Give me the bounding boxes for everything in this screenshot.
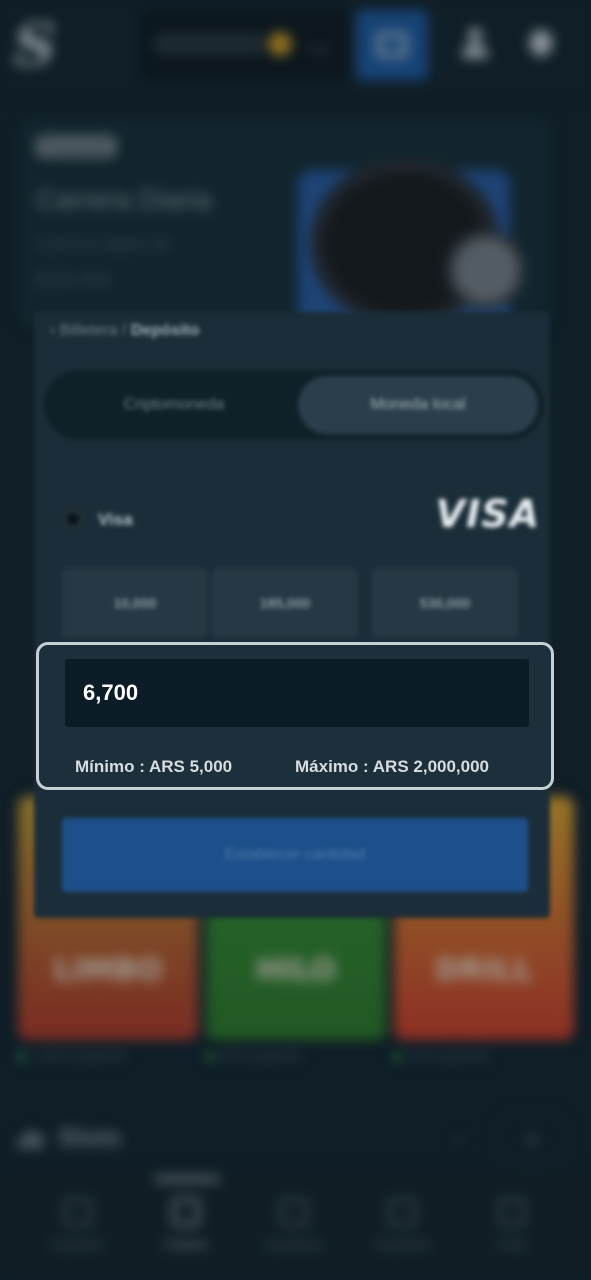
nav-chat[interactable]: Chat xyxy=(462,1198,562,1268)
chevron-left-icon[interactable]: ‹ xyxy=(430,1114,486,1162)
promo-prize: $100.000 xyxy=(36,270,112,290)
wallet-icon xyxy=(377,33,407,57)
nav-deportes[interactable]: Deportes xyxy=(352,1198,452,1268)
promo-tag: Promoción xyxy=(36,136,116,157)
breadcrumb[interactable]: ‹ Billetera / Depósito xyxy=(50,322,199,340)
chevron-down-icon xyxy=(309,35,329,55)
chat-icon xyxy=(498,1198,526,1226)
user-icon[interactable] xyxy=(460,28,490,58)
nav-explorar[interactable]: Explorar xyxy=(28,1198,128,1268)
wallet-button[interactable] xyxy=(356,10,428,80)
set-amount-button[interactable]: Establecer cantidad xyxy=(62,818,528,892)
nav-casino[interactable]: Casino xyxy=(136,1198,236,1268)
minimum-limit: Mínimo : ARS 5,000 xyxy=(75,757,233,776)
slots-icon xyxy=(18,1130,48,1148)
explore-icon xyxy=(64,1198,92,1226)
maximum-limit: Máximo : ARS 2,000,000 xyxy=(295,757,490,776)
coin-icon xyxy=(268,32,292,56)
tab-moneda-local[interactable]: Moneda local xyxy=(298,376,538,434)
currency-type-tabs: Criptomoneda Moneda local xyxy=(44,370,544,440)
casino-icon xyxy=(172,1198,200,1226)
amount-card: Mínimo : ARS 5,000 Máximo : ARS 2,000,00… xyxy=(36,642,554,790)
online-dot-icon xyxy=(394,1053,402,1061)
sports-icon xyxy=(388,1198,416,1226)
amount-presets: 10,000 185,000 530,000 xyxy=(62,568,528,638)
preset-amount-button[interactable]: 10,000 xyxy=(62,568,208,638)
deposit-sheet: ‹ Billetera / Depósito Criptomoneda Mone… xyxy=(34,312,550,918)
tab-criptomoneda[interactable]: Criptomoneda xyxy=(54,376,294,434)
slots-header: Slots ‹ › xyxy=(18,1110,574,1166)
bottom-nav: Explorar Casino Apuestas Deportes Chat xyxy=(0,1170,591,1280)
promo-subtitle: Carrera diaria de xyxy=(36,234,172,254)
chevron-right-icon[interactable]: › xyxy=(494,1110,570,1166)
promo-title: Carrera Diaria xyxy=(36,184,212,215)
nav-active-indicator xyxy=(154,1176,220,1182)
promo-banner[interactable]: Promoción Carrera Diaria Carrera diaria … xyxy=(20,118,550,330)
players-count: 546 jugando xyxy=(206,1048,303,1065)
preset-amount-button[interactable]: 530,000 xyxy=(372,568,518,638)
top-bar: S xyxy=(0,0,591,92)
app-screen: S Promoción Carrera Diaria Carrera diari… xyxy=(0,0,591,1280)
balance-amount xyxy=(154,34,264,54)
balance-selector[interactable] xyxy=(140,10,350,80)
tire-image xyxy=(310,158,526,328)
visa-logo: VISA xyxy=(435,492,540,536)
breadcrumb-current: Depósito xyxy=(130,322,200,339)
online-dot-icon xyxy=(206,1053,214,1061)
players-count: 105 jugando xyxy=(394,1048,491,1065)
breadcrumb-parent[interactable]: Billetera xyxy=(60,322,118,339)
amount-input[interactable] xyxy=(65,659,529,727)
chevron-left-icon[interactable]: ‹ xyxy=(50,322,60,339)
bell-icon[interactable] xyxy=(527,26,555,58)
breadcrumb-separator: / xyxy=(122,322,127,339)
radio-button[interactable] xyxy=(62,508,84,530)
slots-title: Slots xyxy=(58,1122,122,1152)
preset-amount-button[interactable]: 185,000 xyxy=(212,568,358,638)
payment-method-visa[interactable]: Visa VISA xyxy=(60,492,539,538)
payment-method-label: Visa xyxy=(98,510,133,529)
players-count: 1,829 jugando xyxy=(18,1048,127,1065)
logo: S xyxy=(14,11,56,79)
online-dot-icon xyxy=(18,1053,26,1061)
bets-icon xyxy=(280,1198,308,1226)
nav-apuestas[interactable]: Apuestas xyxy=(244,1198,344,1268)
